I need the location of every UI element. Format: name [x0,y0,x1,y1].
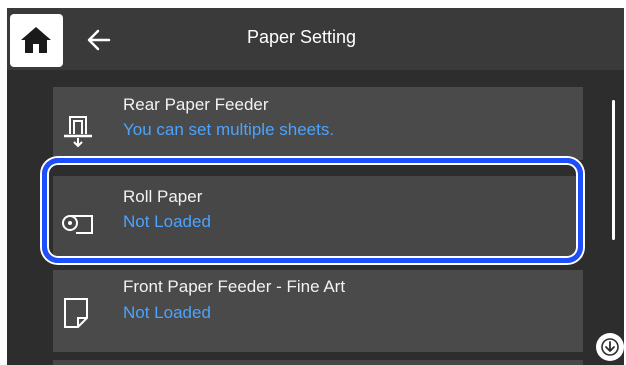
selection-highlight [42,158,583,263]
paper-source-front-feeder-fine-art[interactable]: Front Paper Feeder - Fine Art Not Loaded [53,270,583,352]
paper-source-status: You can set multiple sheets. [123,120,335,139]
scrollbar[interactable] [612,100,615,240]
header-bar: Paper Setting [7,8,624,70]
paper-source-name: Front Paper Feeder - Fine Art [123,277,346,296]
back-button[interactable] [77,18,121,62]
printer-screen: Paper Setting Rear Paper Feeder You can … [7,8,624,365]
paper-source-name: Rear Paper Feeder [123,95,269,114]
back-arrow-icon [87,29,111,51]
sheet-paper-icon [64,298,88,328]
scroll-down-icon [601,338,619,356]
home-icon [21,27,51,53]
rear-feeder-icon [64,116,92,148]
home-button[interactable] [10,14,63,67]
page-title: Paper Setting [247,27,357,47]
paper-source-rear-feeder[interactable]: Rear Paper Feeder You can set multiple s… [53,87,583,160]
scroll-down-button[interactable] [596,333,624,361]
paper-source-status: Not Loaded [123,303,211,322]
paper-source-next-partial[interactable] [53,360,583,365]
